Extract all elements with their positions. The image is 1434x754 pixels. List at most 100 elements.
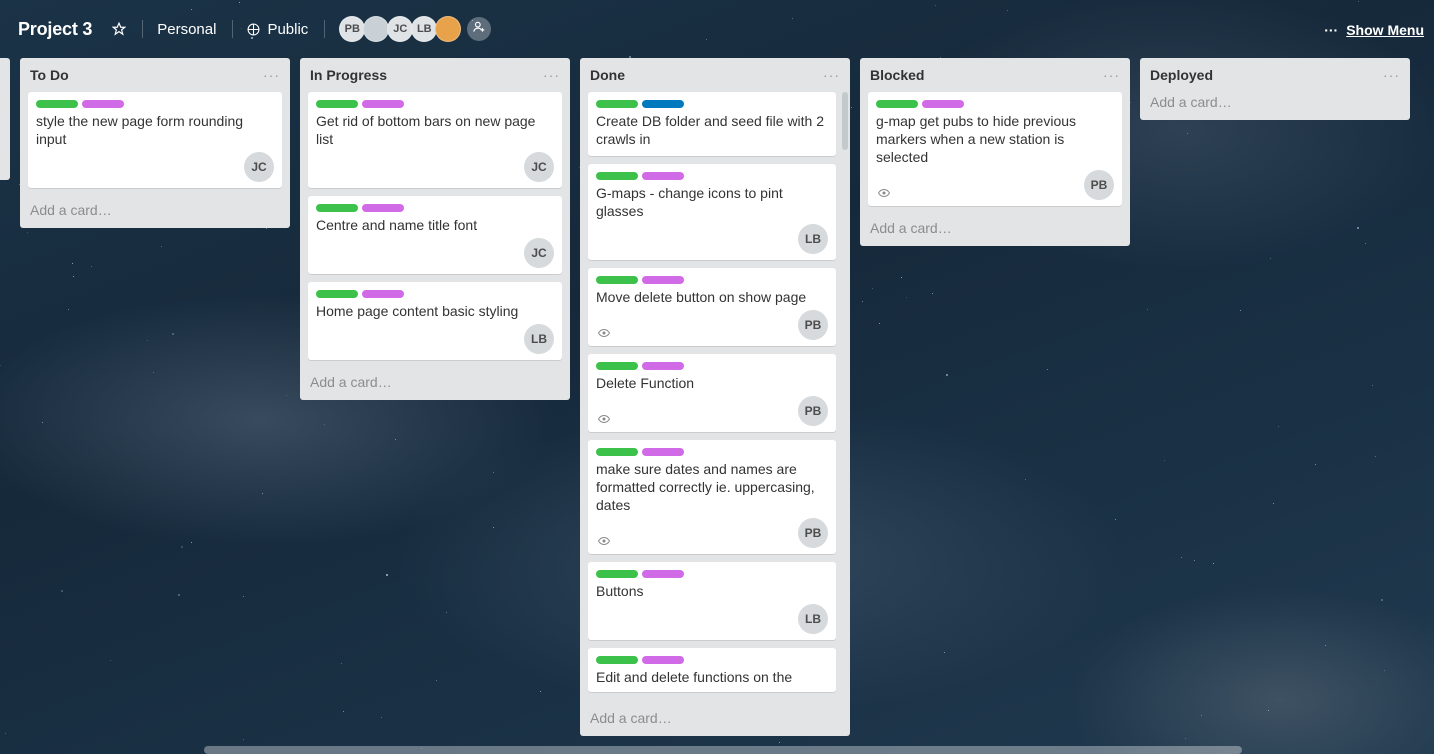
card[interactable]: Centre and name title font JC xyxy=(308,196,562,274)
eye-icon xyxy=(597,536,611,548)
star-dot xyxy=(1185,738,1186,739)
star-dot xyxy=(1164,460,1165,461)
label-green xyxy=(876,100,918,108)
previous-list-edge xyxy=(0,58,10,180)
member-avatar[interactable]: JC xyxy=(244,152,274,182)
star-dot xyxy=(779,742,780,743)
label-purple xyxy=(642,362,684,370)
star-dot xyxy=(1325,645,1326,646)
card-labels xyxy=(316,290,554,298)
avatar[interactable] xyxy=(435,16,462,42)
add-card-button[interactable]: Add a card… xyxy=(580,702,850,736)
card[interactable]: Buttons LB xyxy=(588,562,836,640)
list-menu-icon[interactable]: ··· xyxy=(823,67,840,83)
list-blocked: Blocked ··· g-map get pubs to hide previ… xyxy=(860,58,1130,246)
list-deployed: Deployed ··· Add a card… xyxy=(1140,58,1410,120)
card-footer: JC xyxy=(36,152,274,182)
star-dot xyxy=(862,301,863,302)
card-list: Create DB folder and seed file with 2 cr… xyxy=(580,92,850,692)
eye-icon xyxy=(877,188,891,200)
star-dot xyxy=(172,333,174,335)
label-purple xyxy=(642,656,684,664)
list-title[interactable]: Deployed xyxy=(1150,67,1213,83)
board-horizontal-scrollbar[interactable] xyxy=(204,746,1242,754)
star-dot xyxy=(266,228,267,229)
member-avatar[interactable]: PB xyxy=(798,518,828,548)
card-labels xyxy=(596,570,828,578)
star-dot xyxy=(1201,715,1202,716)
card[interactable]: Create DB folder and seed file with 2 cr… xyxy=(588,92,836,156)
add-card-button[interactable]: Add a card… xyxy=(300,368,570,400)
card[interactable]: Get rid of bottom bars on new page list … xyxy=(308,92,562,188)
visibility-button[interactable]: Public xyxy=(247,21,308,38)
label-purple xyxy=(362,290,404,298)
card[interactable]: Move delete button on show page PB xyxy=(588,268,836,346)
star-dot xyxy=(91,266,92,267)
member-avatar[interactable]: JC xyxy=(524,238,554,268)
list-to-do: To Do ··· style the new page form roundi… xyxy=(20,58,290,228)
card-labels xyxy=(596,362,828,370)
add-card-button[interactable]: Add a card… xyxy=(20,196,290,228)
label-green xyxy=(596,100,638,108)
star-dot xyxy=(61,590,63,592)
card-labels xyxy=(316,204,554,212)
avatar[interactable]: PB xyxy=(339,16,366,42)
member-avatar[interactable]: PB xyxy=(1084,170,1114,200)
avatar[interactable] xyxy=(363,16,390,42)
card[interactable]: G-maps - change icons to pint glasses LB xyxy=(588,164,836,260)
star-dot xyxy=(153,372,154,373)
card[interactable]: Delete Function PB xyxy=(588,354,836,432)
card-scroll-area[interactable]: Create DB folder and seed file with 2 cr… xyxy=(580,92,850,702)
star-dot xyxy=(1115,519,1116,520)
star-dot xyxy=(1270,258,1271,259)
label-purple xyxy=(642,276,684,284)
card-list: style the new page form rounding input J… xyxy=(20,92,290,188)
show-menu-button[interactable]: ··· Show Menu xyxy=(1324,22,1424,38)
avatar[interactable]: JC xyxy=(387,16,414,42)
card[interactable]: Edit and delete functions on the xyxy=(588,648,836,692)
member-avatar[interactable]: PB xyxy=(798,310,828,340)
card[interactable]: make sure dates and names are formatted … xyxy=(588,440,836,554)
team-button[interactable]: Personal xyxy=(157,21,216,38)
member-avatar[interactable]: PB xyxy=(798,396,828,426)
list-title[interactable]: To Do xyxy=(30,67,69,83)
card-labels xyxy=(596,448,828,456)
star-dot xyxy=(1268,710,1269,711)
list-menu-icon[interactable]: ··· xyxy=(1103,67,1120,83)
add-card-button[interactable]: Add a card… xyxy=(1140,92,1410,120)
list-title[interactable]: In Progress xyxy=(310,67,387,83)
star-dot xyxy=(42,422,43,423)
list-scrollbar[interactable] xyxy=(842,92,848,150)
eye-icon xyxy=(597,414,611,426)
member-avatar[interactable]: LB xyxy=(798,604,828,634)
list-title[interactable]: Done xyxy=(590,67,625,83)
star-dot xyxy=(901,277,902,278)
star-button[interactable] xyxy=(112,22,127,36)
list-menu-icon[interactable]: ··· xyxy=(263,67,280,83)
star-dot xyxy=(161,246,162,247)
card-labels xyxy=(596,276,828,284)
card[interactable]: style the new page form rounding input J… xyxy=(28,92,282,188)
card-footer: LB xyxy=(316,324,554,354)
add-card-button[interactable]: Add a card… xyxy=(860,214,1130,246)
member-avatar[interactable]: LB xyxy=(798,224,828,254)
label-purple xyxy=(922,100,964,108)
avatar[interactable]: LB xyxy=(411,16,438,42)
star-dot xyxy=(178,594,180,596)
card-title: Home page content basic styling xyxy=(316,303,519,319)
label-purple xyxy=(642,570,684,578)
add-member-button[interactable] xyxy=(467,17,492,41)
card-list: g-map get pubs to hide previous markers … xyxy=(860,92,1130,206)
list-title[interactable]: Blocked xyxy=(870,67,924,83)
member-avatar[interactable]: LB xyxy=(524,324,554,354)
list-menu-icon[interactable]: ··· xyxy=(543,67,560,83)
list-header: Blocked ··· xyxy=(860,58,1130,92)
star-dot xyxy=(5,733,6,734)
card[interactable]: Home page content basic styling LB xyxy=(308,282,562,360)
label-purple xyxy=(642,448,684,456)
star-dot xyxy=(1381,599,1383,601)
list-menu-icon[interactable]: ··· xyxy=(1383,67,1400,83)
board-title[interactable]: Project 3 xyxy=(18,19,92,40)
card[interactable]: g-map get pubs to hide previous markers … xyxy=(868,92,1122,206)
member-avatar[interactable]: JC xyxy=(524,152,554,182)
